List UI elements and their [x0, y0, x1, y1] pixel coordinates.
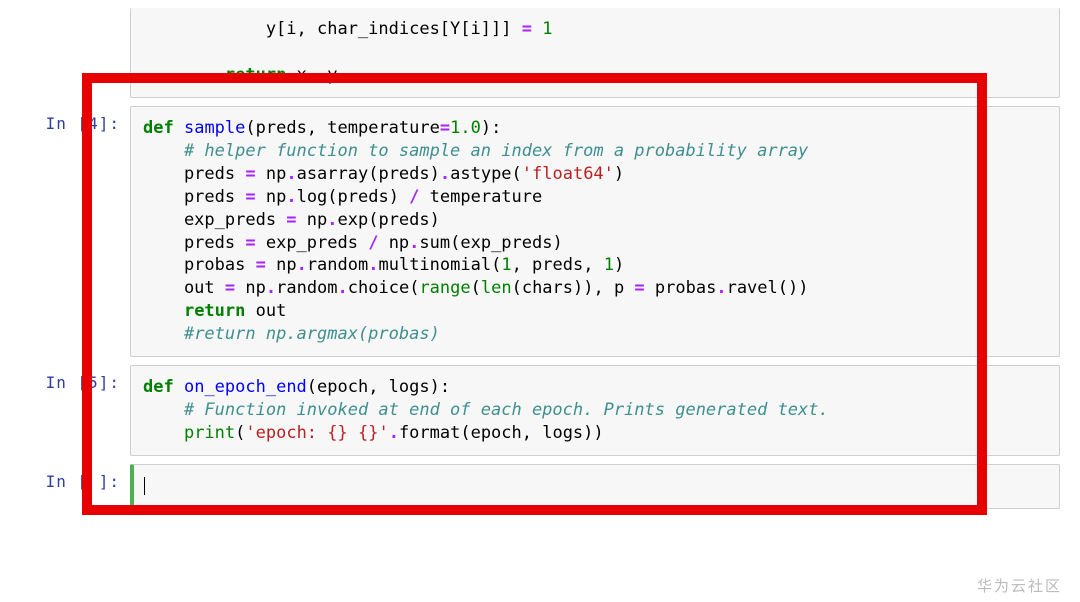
code-content[interactable]: y[i, char_indices[Y[i]]] = 1 return x, y [143, 18, 1047, 87]
code-cell-onepochend[interactable]: In [5]: def on_epoch_end(epoch, logs): #… [20, 365, 1060, 456]
cell-prompt: In [5]: [20, 365, 130, 456]
code-content[interactable]: def sample(preds, temperature=1.0): # he… [143, 117, 1047, 346]
code-cell-partial[interactable]: y[i, char_indices[Y[i]]] = 1 return x, y [20, 8, 1060, 98]
cell-prompt [20, 8, 130, 98]
watermark-label: 华为云社区 [977, 575, 1062, 596]
code-input-area[interactable]: def on_epoch_end(epoch, logs): # Functio… [130, 365, 1060, 456]
code-content[interactable] [144, 475, 1047, 498]
code-cell-sample[interactable]: In [4]: def sample(preds, temperature=1.… [20, 106, 1060, 357]
code-cell-empty-active[interactable]: In [ ]: [20, 464, 1060, 509]
notebook: y[i, char_indices[Y[i]]] = 1 return x, y… [0, 8, 1080, 537]
code-content[interactable]: def on_epoch_end(epoch, logs): # Functio… [143, 376, 1047, 445]
code-input-area[interactable]: y[i, char_indices[Y[i]]] = 1 return x, y [130, 8, 1060, 98]
text-cursor-icon [144, 477, 145, 495]
code-input-area[interactable] [130, 464, 1060, 509]
cell-prompt: In [4]: [20, 106, 130, 357]
code-input-area[interactable]: def sample(preds, temperature=1.0): # he… [130, 106, 1060, 357]
cell-prompt: In [ ]: [20, 464, 130, 509]
